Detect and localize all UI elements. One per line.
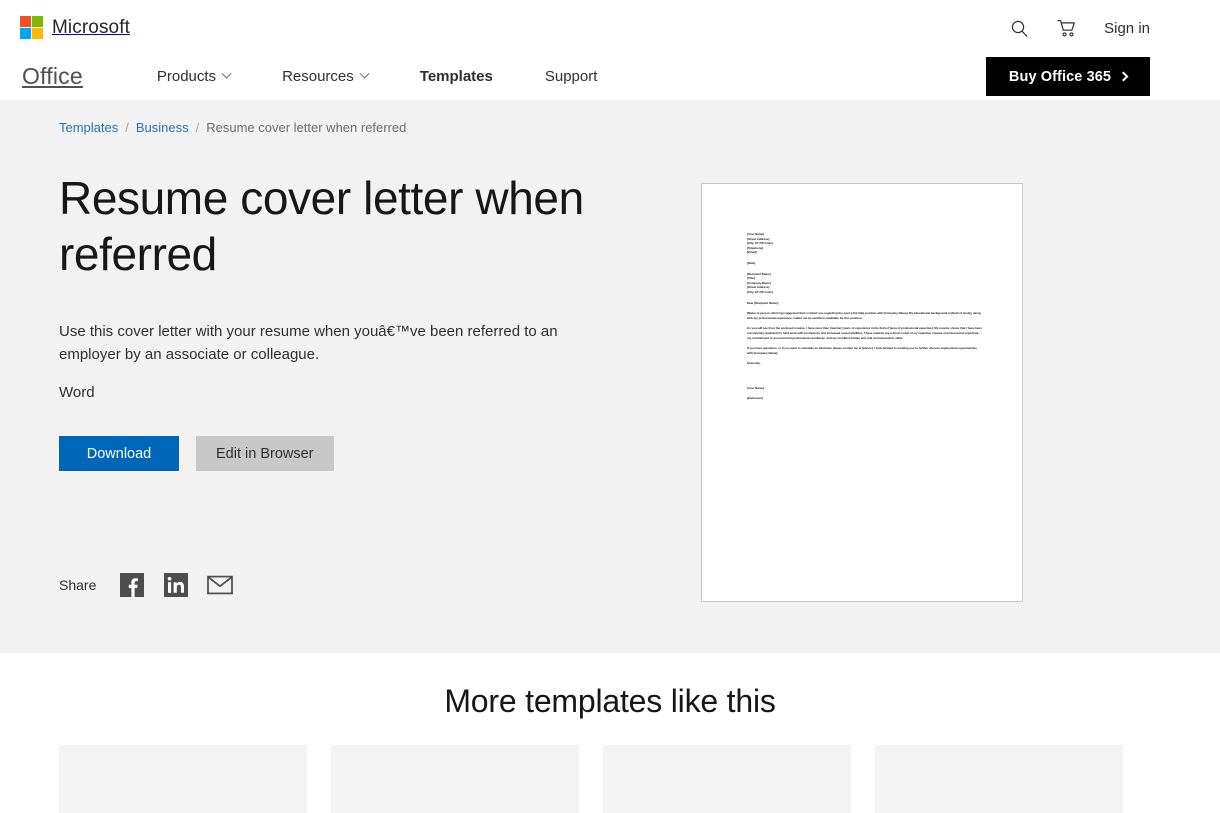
linkedin-icon[interactable]: [163, 572, 189, 598]
hero-section: Templates / Business / Resume cover lett…: [0, 100, 1220, 653]
date-block: [Date]: [747, 261, 982, 266]
chevron-down-icon: [359, 68, 370, 79]
logo-square-blue: [20, 27, 31, 39]
action-button-row: Download Edit in Browser: [59, 436, 619, 471]
body-paragraph: [Name of person referring] suggested tha…: [747, 311, 981, 320]
enclosure-note: [Enclosure]: [747, 396, 763, 401]
sign-in-link[interactable]: Sign in: [1104, 20, 1150, 37]
chevron-down-icon: [221, 68, 232, 79]
recipient-address-block: [Recipient Name] [Title] [Company Name] …: [747, 272, 982, 295]
signature-space: [747, 372, 982, 386]
template-card-1[interactable]: [59, 745, 307, 813]
breadcrumb-separator: /: [125, 120, 129, 135]
office-brand-link[interactable]: Office: [22, 63, 83, 90]
buy-office-365-button[interactable]: Buy Office 365: [986, 57, 1150, 96]
more-templates-section: More templates like this: [0, 653, 1220, 813]
nav-item-templates-label: Templates: [419, 67, 493, 85]
more-templates-title: More templates like this: [444, 683, 776, 719]
sender-line: [Email]: [747, 250, 757, 255]
body-paragraph: As you will see from the enclosed resume…: [747, 326, 982, 340]
edit-in-browser-button[interactable]: Edit in Browser: [196, 436, 334, 471]
share-row: Share: [59, 572, 234, 598]
universal-header: Microsoft Sign in Office Products Resour…: [0, 0, 1220, 100]
template-card-4[interactable]: [875, 745, 1123, 813]
microsoft-logo-link[interactable]: Microsoft: [20, 14, 130, 40]
template-description: Use this cover letter with your resume w…: [59, 323, 558, 363]
hero-content: Resume cover letter when referred Use th…: [59, 170, 619, 471]
template-card-row: [59, 745, 1161, 813]
facebook-icon[interactable]: [119, 572, 145, 598]
breadcrumb-item-business[interactable]: Business: [136, 120, 189, 135]
nav-item-support[interactable]: Support: [519, 52, 624, 100]
signature-name: [Your Name]: [747, 385, 764, 390]
nav-item-products[interactable]: Products: [131, 52, 256, 100]
download-button[interactable]: Download: [59, 436, 179, 471]
share-label: Share: [59, 577, 97, 593]
chevron-right-icon: [1118, 71, 1129, 82]
nav-item-templates[interactable]: Templates: [394, 52, 519, 100]
template-card-2[interactable]: [331, 745, 579, 813]
template-card-3[interactable]: [603, 745, 851, 813]
body-paragraph: If you have questions, or if you want to…: [747, 346, 977, 355]
document-page-content: [Your Name] [Street Address] [City, ST Z…: [747, 232, 982, 407]
document-preview[interactable]: [Your Name] [Street Address] [City, ST Z…: [701, 183, 1023, 602]
microsoft-wordmark: Microsoft: [52, 16, 130, 38]
nav-item-support-label: Support: [544, 67, 598, 85]
salutation: Dear [Recipient Name]:: [747, 300, 779, 305]
recipient-line: [City, ST ZIP Code]: [747, 289, 773, 294]
microsoft-logo-icon: [20, 15, 43, 39]
app-type-label: Word: [59, 384, 95, 401]
closing: Sincerely,: [747, 361, 761, 366]
date-line: [Date]: [747, 260, 756, 265]
breadcrumb-item-templates[interactable]: Templates: [59, 120, 118, 135]
breadcrumb-separator: /: [195, 120, 200, 135]
page-title: Resume cover letter when referred: [59, 172, 584, 280]
sender-address-block: [Your Name] [Street Address] [City, ST Z…: [747, 232, 982, 255]
nav-item-resources[interactable]: Resources: [256, 52, 394, 100]
breadcrumb-item-current: Resume cover letter when referred: [206, 120, 407, 135]
logo-square-green: [32, 15, 43, 27]
search-icon[interactable]: [1008, 17, 1030, 39]
breadcrumb: Templates / Business / Resume cover lett…: [59, 120, 406, 135]
nav-item-list: Products Resources Templates Support: [131, 52, 624, 100]
email-icon[interactable]: [207, 572, 234, 598]
logo-square-yellow: [32, 27, 43, 39]
logo-square-red: [20, 15, 31, 27]
header-utility-area: Sign in: [1008, 14, 1150, 42]
nav-item-resources-label: Resources: [282, 67, 354, 85]
nav-item-products-label: Products: [156, 67, 217, 85]
buy-office-365-label: Buy Office 365: [1008, 68, 1112, 85]
shopping-cart-icon[interactable]: [1056, 17, 1078, 39]
